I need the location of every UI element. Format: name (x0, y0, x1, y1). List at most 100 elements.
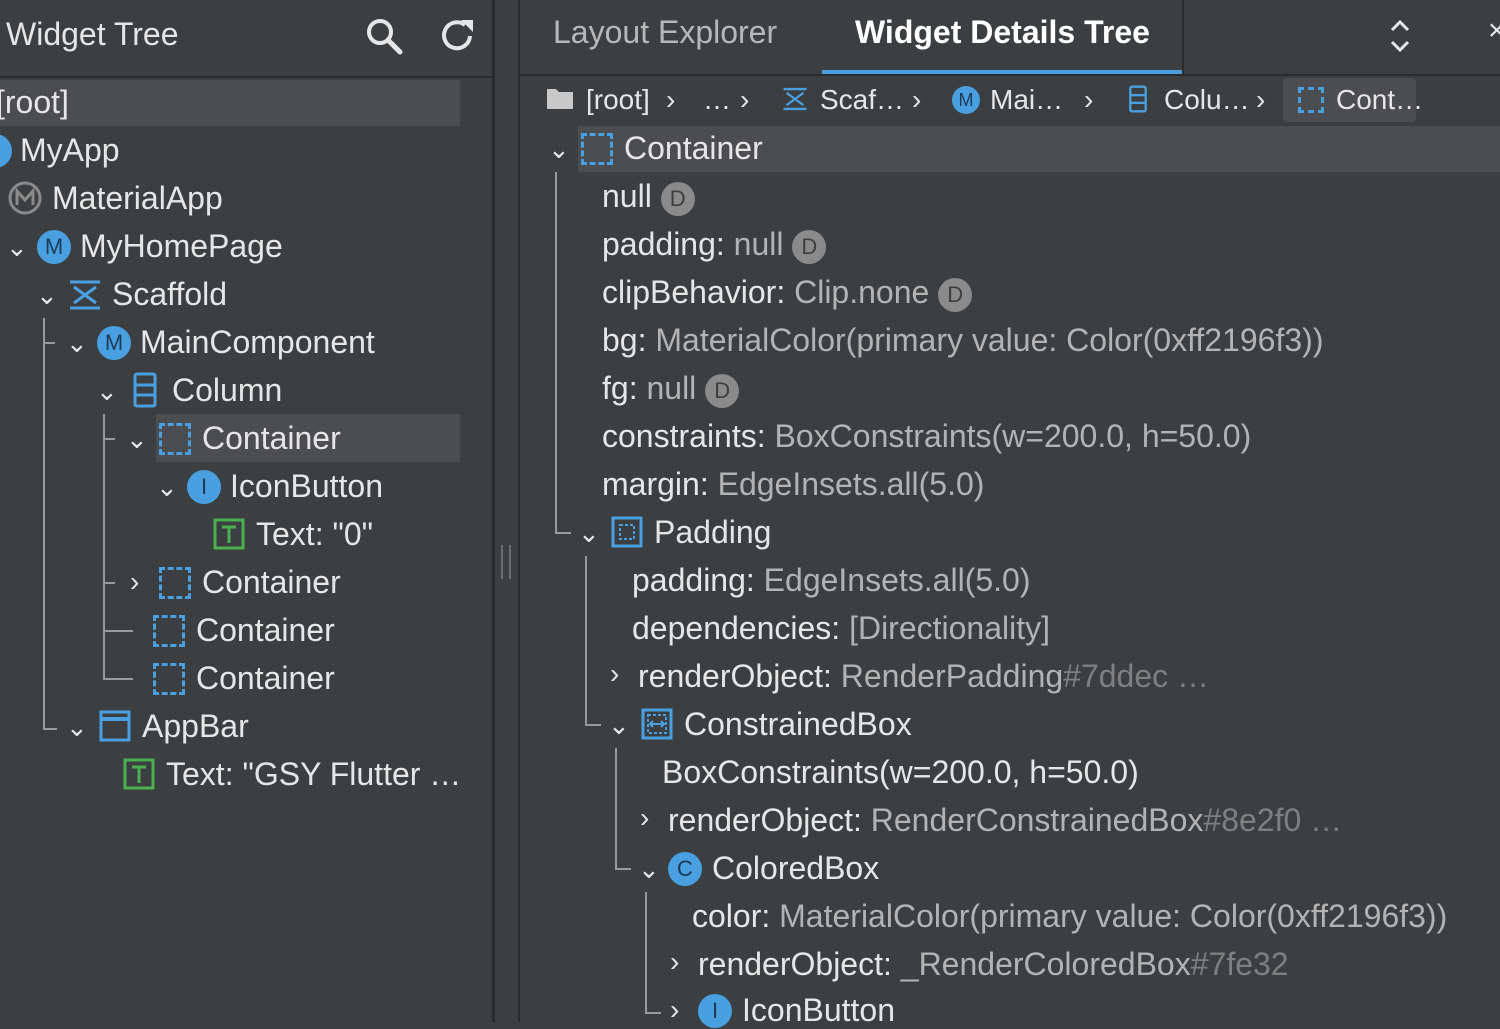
property-row: padding: EdgeInsets.all(5.0) (632, 562, 1030, 599)
ellipsis: … (1168, 658, 1210, 694)
chevron-down-icon[interactable]: ⌄ (578, 518, 600, 549)
chevron-down-icon[interactable]: ⌄ (6, 232, 28, 263)
search-icon[interactable] (364, 16, 404, 56)
property-row[interactable]: renderObject: RenderPadding#7ddec … (638, 658, 1209, 695)
text-icon (213, 518, 245, 550)
property-value: MaterialColor(primary value: Color(0xff2… (779, 898, 1448, 934)
tab-layout-explorer[interactable]: Layout Explorer (553, 14, 777, 51)
tree-item-container[interactable]: Container (196, 612, 335, 649)
chevron-down-icon[interactable]: ⌄ (638, 854, 660, 885)
tree-item-myapp[interactable]: MyApp (20, 132, 120, 169)
property-name: bg: (602, 322, 656, 358)
chevron-down-icon[interactable]: ⌄ (66, 328, 88, 359)
ellipsis: … (1301, 802, 1343, 838)
property-value: EdgeInsets.all(5.0) (717, 466, 985, 502)
container-icon (159, 567, 191, 599)
split-grip-handle[interactable] (501, 545, 511, 579)
property-name: renderObject: (638, 658, 841, 694)
breadcrumb-ellipsis[interactable]: … (703, 84, 731, 116)
chevron-right-icon: › (1084, 84, 1094, 115)
chevron-right-icon[interactable]: › (610, 658, 619, 690)
panel-title: Widget Tree (6, 16, 179, 52)
scaffold-icon (70, 280, 100, 310)
property-row: clipBehavior: Clip.none D (602, 274, 973, 312)
detail-node-iconbutton[interactable]: IconButton (742, 992, 895, 1029)
tree-item-appbar[interactable]: AppBar (142, 708, 249, 745)
detail-node-padding[interactable]: Padding (654, 514, 771, 551)
container-icon (1298, 87, 1324, 113)
tree-item-text-0[interactable]: Text: "0" (256, 516, 373, 553)
detail-node-coloredbox[interactable]: ColoredBox (712, 850, 879, 887)
property-row[interactable]: renderObject: _RenderColoredBox#7fe32 (698, 946, 1289, 983)
property-name: renderObject: (698, 946, 901, 982)
property-value: RenderPadding (840, 658, 1064, 694)
refresh-icon[interactable] (437, 16, 477, 56)
chevron-right-icon: › (666, 84, 676, 115)
container-icon (581, 133, 613, 165)
chevron-down-icon[interactable]: ⌄ (126, 424, 148, 455)
column-icon (1129, 85, 1147, 113)
appbar-icon (99, 710, 131, 742)
module-icon: M (97, 326, 131, 360)
chevron-right-icon[interactable]: › (640, 802, 649, 834)
property-value: null (646, 370, 697, 406)
breadcrumb-root[interactable]: [root] (586, 84, 650, 116)
folder-icon (547, 89, 573, 109)
split-gutter[interactable] (495, 0, 520, 1022)
chevron-right-icon: › (1256, 84, 1266, 115)
chevron-down-icon[interactable]: ⌄ (66, 712, 88, 743)
property-name: padding: (602, 226, 734, 262)
tree-item-root[interactable]: [root] (0, 84, 69, 121)
default-badge: D (660, 181, 695, 216)
default-badge: D (938, 277, 973, 312)
tree-item-maincomponent[interactable]: MainComponent (140, 324, 375, 361)
tree-item-scaffold[interactable]: Scaffold (112, 276, 227, 313)
chevron-right-icon[interactable]: › (130, 566, 139, 598)
tree-item-myhomepage[interactable]: MyHomePage (80, 228, 283, 265)
chevron-right-icon[interactable]: › (670, 994, 679, 1026)
chevron-down-icon[interactable]: ⌄ (156, 472, 178, 503)
padding-icon (611, 516, 643, 548)
close-icon[interactable]: × (1488, 14, 1500, 48)
chevron-right-icon: › (740, 84, 750, 115)
info-icon: I (0, 134, 12, 168)
breadcrumb-scaffold[interactable]: Scaf… (820, 84, 904, 116)
details-panel: Layout Explorer Widget Details Tree × [r… (520, 0, 1500, 1028)
property-name: null (602, 178, 652, 214)
chevron-down-icon[interactable]: ⌄ (608, 710, 630, 741)
property-name: padding: (632, 562, 764, 598)
property-value: MaterialColor(primary value: Color(0xff2… (655, 322, 1324, 358)
expand-collapse-icon[interactable] (1388, 16, 1412, 56)
property-value: BoxConstraints(w=200.0, h=50.0) (774, 418, 1252, 454)
tree-item-text-gsy[interactable]: Text: "GSY Flutter … (166, 756, 461, 793)
module-icon: M (952, 86, 980, 114)
tree-item-container[interactable]: Container (202, 564, 341, 601)
column-icon (133, 372, 157, 408)
breadcrumb-column[interactable]: Colu… (1164, 84, 1250, 116)
chevron-down-icon[interactable]: ⌄ (36, 280, 58, 311)
container-icon (153, 615, 185, 647)
container-icon (159, 423, 191, 455)
property-name: fg: (602, 370, 647, 406)
module-icon: M (37, 230, 71, 264)
breadcrumb-container[interactable]: Cont… (1336, 84, 1423, 116)
tree-item-materialapp[interactable]: MaterialApp (52, 180, 223, 217)
property-name: dependencies: (632, 610, 850, 646)
chevron-right-icon[interactable]: › (670, 946, 679, 978)
tree-item-iconbutton[interactable]: IconButton (230, 468, 383, 505)
chevron-down-icon[interactable]: ⌄ (96, 376, 118, 407)
detail-node-constrainedbox[interactable]: ConstrainedBox (684, 706, 912, 743)
chevron-down-icon[interactable]: ⌄ (548, 134, 570, 165)
tree-item-container[interactable]: Container (196, 660, 335, 697)
tab-widget-details-tree[interactable]: Widget Details Tree (855, 14, 1150, 51)
property-row: color: MaterialColor(primary value: Colo… (692, 898, 1447, 935)
detail-node-container[interactable]: Container (624, 130, 763, 167)
tree-item-column[interactable]: Column (172, 372, 282, 409)
property-name: renderObject: (668, 802, 871, 838)
property-value: EdgeInsets.all(5.0) (763, 562, 1031, 598)
property-row[interactable]: renderObject: RenderConstrainedBox#8e2f0… (668, 802, 1342, 839)
property-name: constraints: (602, 418, 775, 454)
tree-item-container-selected[interactable]: Container (202, 420, 341, 457)
breadcrumb-maincomponent[interactable]: Mai… (990, 84, 1063, 116)
property-value: _RenderColoredBox (900, 946, 1191, 982)
